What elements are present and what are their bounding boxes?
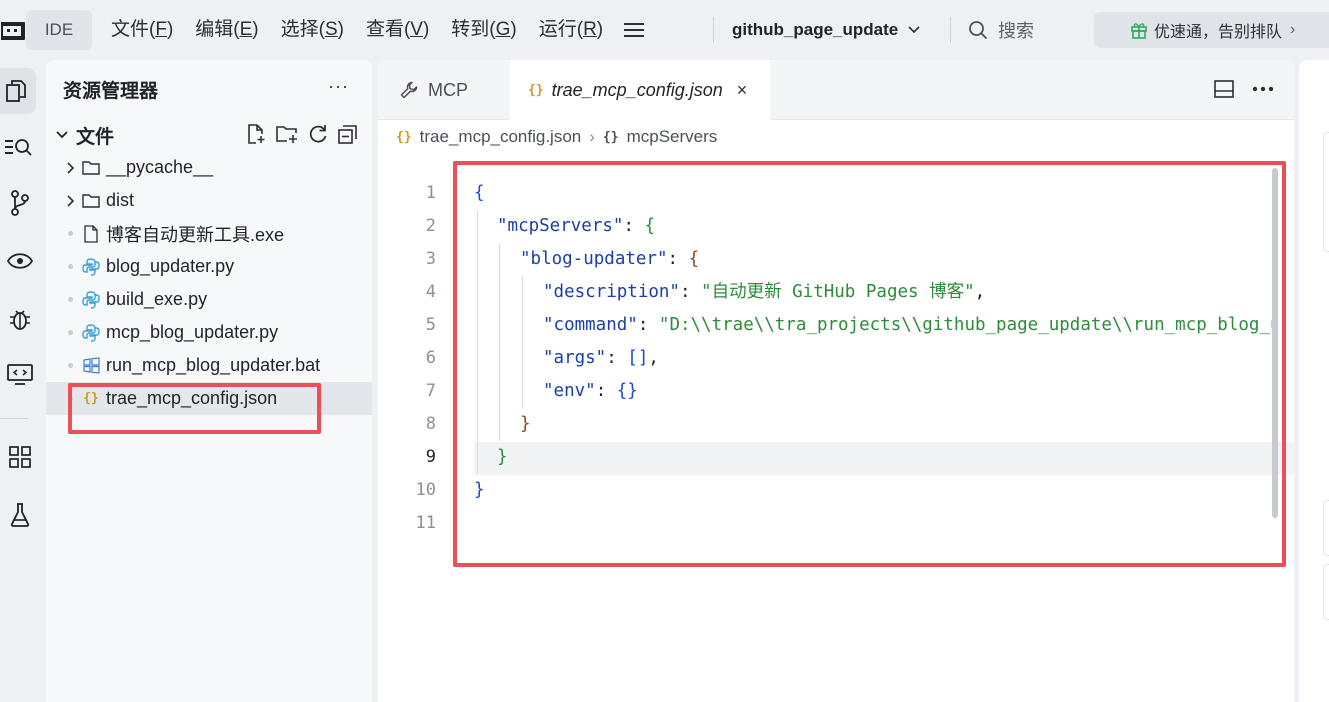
breadcrumb-separator: › [589,127,595,146]
panel-card [1323,132,1329,252]
line-number: 7 [425,381,436,401]
line-number: 11 [415,513,436,533]
search-button[interactable]: 搜索 [962,10,1040,50]
chevron-down-icon [56,131,68,139]
gift-icon [1130,21,1148,39]
python-icon [80,290,102,309]
divider [713,17,714,43]
breadcrumb-symbol[interactable]: mcpServers [627,127,718,147]
title-bar: IDE 文件(F) 编辑(E) 选择(S) 查看(V) 转到(G) 运行(R) … [0,0,1329,60]
tab-trae-mcp-config-json[interactable]: {} trae_mcp_config.json × [510,60,770,120]
bullet-dot [67,264,73,269]
tree-item-dist[interactable]: dist [46,184,372,217]
chevron-down-icon [908,26,920,34]
line-number: 5 [425,315,436,335]
explorer-panel: 资源管理器 ··· 文件 __pycache__ dist 博客自动更新工具.e… [46,60,372,702]
right-side-panel [1299,60,1329,702]
file-icon [80,224,102,243]
menu-selection[interactable]: 选择(S) [270,10,355,50]
highlight-box-explorer [68,383,321,434]
folder-actions [246,124,358,144]
menu-file[interactable]: 文件(F) [100,10,184,50]
promo-label: 优速通，告别排队 [1154,24,1283,41]
menu-goto[interactable]: 转到(G) [440,10,527,50]
more-actions-button[interactable]: ··· [328,76,349,97]
python-icon [80,257,102,276]
tab-bar: MCP {} trae_mcp_config.json × [378,60,1294,120]
line-number: 4 [425,282,436,302]
collapse-all-icon[interactable] [338,124,358,144]
bullet-dot [67,231,73,236]
line-number: 8 [425,414,436,434]
tree-item-exe[interactable]: 博客自动更新工具.exe [46,217,372,250]
search-icon [968,20,998,40]
debug-bug-icon[interactable] [0,296,40,342]
chevron-right-icon [62,194,78,207]
workspace-folder-name: 文件 [76,126,115,148]
line-number: 3 [425,249,436,269]
tab-actions [1214,80,1274,98]
menu-run[interactable]: 运行(R) [528,10,614,50]
bullet-dot [67,330,73,335]
braces-icon: {} [602,129,619,145]
windows-icon [80,357,102,374]
chevron-right-icon [62,161,78,174]
toggle-panel-icon[interactable] [1214,80,1234,98]
search-panel-icon[interactable] [0,124,40,170]
tree-item-blog-updater-py[interactable]: blog_updater.py [46,250,372,283]
tree-item-run-bat[interactable]: run_mcp_blog_updater.bat [46,349,372,382]
activity-divider [0,418,28,419]
line-number: 6 [425,348,436,368]
breadcrumb-file[interactable]: trae_mcp_config.json [420,127,582,147]
preview-eye-icon[interactable] [0,238,40,284]
trae-logo-icon [0,12,26,50]
promo-arrow: › [1290,21,1296,38]
panel-card [1323,500,1329,556]
highlight-box-editor [453,161,1286,567]
line-number: 1 [425,183,436,203]
line-number: 10 [415,480,436,500]
ide-label: IDE [44,20,74,39]
explorer-title: 资源管理器 [63,81,159,102]
line-number-current: 9 [425,447,436,467]
bullet-dot [67,297,73,302]
refresh-icon[interactable] [308,124,328,144]
more-actions-icon[interactable] [1252,86,1274,92]
line-number: 2 [425,216,436,236]
new-file-icon[interactable] [246,124,266,144]
ide-mode-switch[interactable]: IDE [26,10,92,50]
menu-edit[interactable]: 编辑(E) [184,10,269,50]
project-name: github_page_update [732,20,899,39]
divider [950,17,951,43]
menu-view[interactable]: 查看(V) [355,10,440,50]
activity-bar [0,60,44,702]
json-icon: {} [528,82,544,98]
menu-bar: 文件(F) 编辑(E) 选择(S) 查看(V) 转到(G) 运行(R) [100,10,654,50]
project-switcher[interactable]: github_page_update [722,10,930,50]
extensions-grid-icon[interactable] [0,434,40,480]
testing-flask-icon[interactable] [0,492,40,538]
tree-item-mcp-blog-updater-py[interactable]: mcp_blog_updater.py [46,316,372,349]
close-tab-icon[interactable]: × [737,80,748,101]
python-icon [80,323,102,342]
tree-item-pycache[interactable]: __pycache__ [46,151,372,184]
folder-icon [80,160,102,175]
bullet-dot [67,363,73,368]
new-folder-icon[interactable] [276,124,298,144]
remote-monitor-icon[interactable] [0,352,40,398]
hamburger-menu-icon[interactable] [614,10,654,50]
folder-icon [80,193,102,208]
search-label: 搜索 [998,21,1034,41]
wrench-icon [400,81,418,99]
promo-banner[interactable]: 优速通，告别排队 › [1094,12,1329,48]
tree-item-build-exe-py[interactable]: build_exe.py [46,283,372,316]
json-icon: {} [396,129,412,145]
breadcrumb: {} trae_mcp_config.json › {} mcpServers [396,126,717,148]
tab-mcp[interactable]: MCP [378,60,510,120]
source-control-icon[interactable] [0,180,40,226]
panel-card [1323,564,1329,620]
explorer-icon[interactable] [0,68,36,114]
